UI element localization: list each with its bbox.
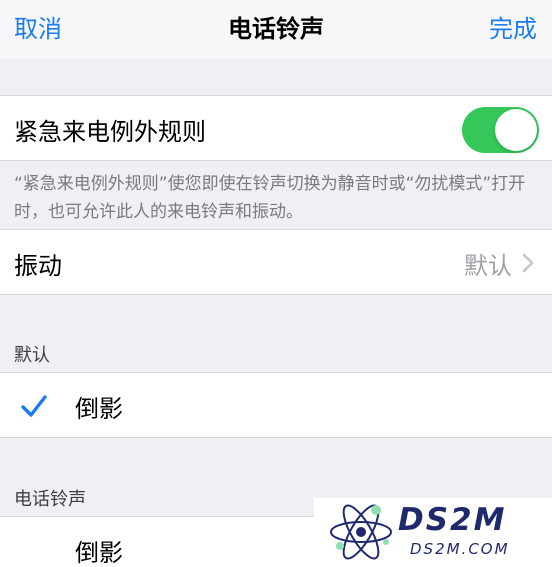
- page-title: 电话铃声: [228, 15, 324, 43]
- vibration-label: 振动: [14, 252, 62, 280]
- watermark-brand: DS2M: [398, 502, 507, 538]
- toggle-knob: [495, 109, 537, 151]
- atom-logo-icon: [330, 504, 392, 560]
- checkmark-icon: [21, 395, 47, 417]
- emergency-bypass-label: 紧急来电例外规则: [14, 118, 206, 146]
- emergency-bypass-row: 紧急来电例外规则: [0, 95, 552, 161]
- cancel-button[interactable]: 取消: [14, 12, 62, 46]
- watermark: DS2M DS2M.COM: [314, 498, 552, 567]
- emergency-bypass-toggle[interactable]: [462, 107, 539, 153]
- navigation-bar: 取消 电话铃声 完成: [0, 0, 552, 58]
- emergency-bypass-footnote: “紧急来电例外规则”使您即使在铃声切换为静音时或“勿扰模式”打开时，也可允许此人…: [14, 174, 526, 222]
- ringtone-name: 倒影: [75, 539, 123, 567]
- vibration-row[interactable]: 振动 默认: [0, 229, 552, 295]
- watermark-domain: DS2M.COM: [410, 540, 510, 558]
- default-ringtone-name: 倒影: [75, 395, 123, 423]
- default-section-header: 默认: [14, 345, 50, 366]
- vibration-value: 默认: [464, 252, 512, 280]
- done-button[interactable]: 完成: [489, 12, 537, 46]
- default-ringtone-row[interactable]: 倒影: [0, 372, 552, 438]
- chevron-right-icon: [522, 253, 534, 273]
- edit-ringtone-screen: 取消 电话铃声 完成 紧急来电例外规则 “紧急来电例外规则”使您即使在铃声切换为…: [0, 0, 552, 567]
- ringtones-section-header: 电话铃声: [14, 489, 86, 510]
